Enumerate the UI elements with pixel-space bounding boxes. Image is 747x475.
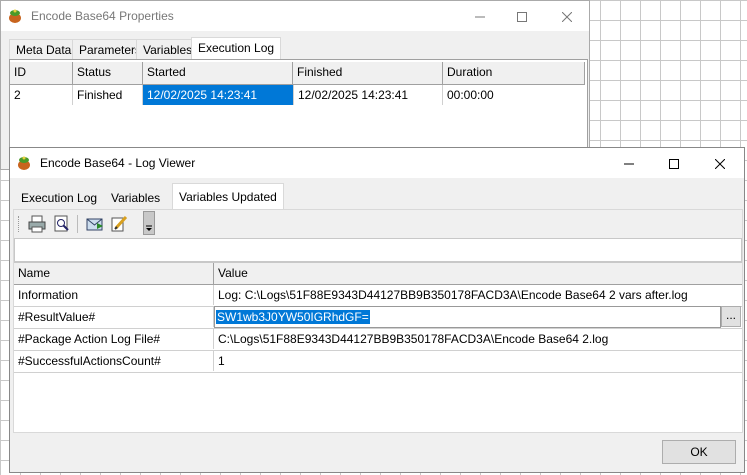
send-mail-icon[interactable] — [86, 215, 104, 236]
minimize-icon[interactable] — [606, 148, 652, 178]
print-icon[interactable] — [28, 215, 46, 236]
properties-titlebar[interactable]: Encode Base64 Properties — [1, 1, 589, 31]
cell-value: C:\Logs\51F88E9343D44127BB9B350178FACD3A… — [218, 332, 609, 346]
cell-value-selected[interactable]: SW1wb3J0YW50IGRhdGF= — [216, 310, 370, 324]
close-icon[interactable] — [544, 1, 590, 31]
edit-note-icon[interactable] — [110, 215, 128, 236]
cell-value: Log: C:\Logs\51F88E9343D44127BB9B350178F… — [218, 288, 688, 302]
minimize-icon[interactable] — [457, 1, 503, 31]
package-icon — [16, 155, 32, 171]
cell-name: #SuccessfulActionsCount# — [14, 351, 214, 371]
grid-header: ID Status Started Finished Duration — [10, 62, 585, 85]
cell-value: 1 — [218, 354, 225, 368]
tab-execution-log[interactable]: Execution Log — [191, 37, 282, 59]
properties-window: Encode Base64 Properties Meta Data Param… — [0, 0, 590, 171]
col-duration[interactable]: Duration — [443, 62, 585, 84]
cell-name: Information — [14, 285, 214, 305]
log-viewer-titlebar[interactable]: Encode Base64 - Log Viewer — [10, 148, 744, 178]
col-name[interactable]: Name — [14, 263, 214, 284]
properties-title: Encode Base64 Properties — [31, 9, 174, 23]
print-preview-icon[interactable] — [53, 215, 71, 236]
col-finished[interactable]: Finished — [293, 62, 443, 84]
table-row[interactable]: #Package Action Log File# C:\Logs\51F88E… — [14, 328, 742, 351]
toolbar — [14, 210, 742, 238]
close-icon[interactable] — [697, 148, 743, 178]
maximize-icon[interactable] — [499, 1, 545, 31]
ellipsis-button[interactable]: ... — [721, 306, 741, 327]
cell-finished: 12/02/2025 14:23:41 — [293, 85, 443, 105]
log-viewer-window: Encode Base64 - Log Viewer Execution Log… — [9, 147, 745, 473]
package-icon — [7, 8, 23, 24]
tab-panel: Name Value Information Log: C:\Logs\51F8… — [13, 209, 743, 433]
cell-duration: 00:00:00 — [447, 88, 494, 102]
col-id[interactable]: ID — [10, 62, 73, 84]
result-value-editor[interactable]: SW1wb3J0YW50IGRhdGF= — [214, 306, 721, 328]
col-value[interactable]: Value — [214, 263, 742, 284]
separator — [77, 215, 78, 233]
variables-grid: Name Value Information Log: C:\Logs\51F8… — [14, 262, 742, 432]
ok-button[interactable]: OK — [662, 440, 736, 464]
col-status[interactable]: Status — [73, 62, 143, 84]
log-viewer-title: Encode Base64 - Log Viewer — [40, 156, 196, 170]
table-row[interactable]: #SuccessfulActionsCount# 1 — [14, 350, 742, 373]
tab-variables[interactable]: Variables — [105, 187, 166, 209]
cell-id: 2 — [10, 85, 73, 105]
cell-started: 12/02/2025 14:23:41 — [143, 85, 293, 105]
filter-bar[interactable] — [14, 238, 742, 262]
tab-execution-log[interactable]: Execution Log — [15, 187, 103, 209]
grid-header: Name Value — [14, 262, 742, 285]
cell-name: #Package Action Log File# — [14, 329, 214, 349]
grip-icon — [18, 216, 21, 232]
cell-status: Finished — [73, 85, 143, 105]
table-row[interactable]: #ResultValue# SW1wb3J0YW50IGRhdGF= ... — [14, 306, 742, 329]
tab-meta-data[interactable]: Meta Data — [9, 39, 79, 59]
table-row[interactable]: 2 Finished 12/02/2025 14:23:41 12/02/202… — [10, 85, 585, 106]
maximize-icon[interactable] — [651, 148, 697, 178]
table-row[interactable]: Information Log: C:\Logs\51F88E9343D4412… — [14, 284, 742, 307]
tab-variables-updated[interactable]: Variables Updated — [172, 183, 284, 210]
overflow-dropdown-icon[interactable] — [143, 211, 155, 235]
cell-name: #ResultValue# — [14, 307, 214, 327]
tab-variables[interactable]: Variables — [136, 39, 200, 59]
col-started[interactable]: Started — [143, 62, 293, 84]
